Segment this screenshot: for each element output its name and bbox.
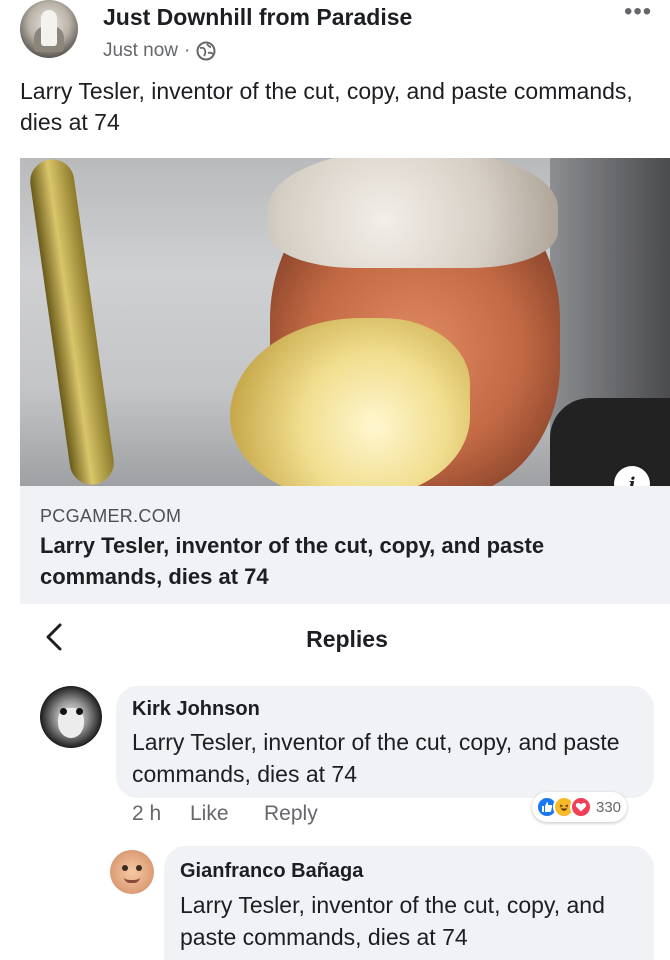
comment-text: Larry Tesler, inventor of the cut, copy,… xyxy=(132,729,620,787)
link-domain: PCGAMER.COM xyxy=(40,506,182,526)
avatar-dog-eye xyxy=(76,708,83,715)
reply-button[interactable]: Reply xyxy=(264,802,318,826)
post-timestamp[interactable]: Just now xyxy=(103,40,178,62)
post-header: Just Downhill from Paradise Just now · •… xyxy=(0,0,670,70)
comment-bubble: Gianfranco Bañaga Larry Tesler, inventor… xyxy=(164,846,654,960)
comment-time[interactable]: 2 h xyxy=(132,802,190,826)
comment-actions: 2 h Like Reply xyxy=(132,802,318,826)
post-text: Larry Tesler, inventor of the cut, copy,… xyxy=(20,78,633,135)
image-shirt xyxy=(550,398,670,486)
meta-separator: · xyxy=(183,40,191,61)
reaction-count: 330 xyxy=(596,798,622,816)
avatar-figure-head xyxy=(41,10,57,46)
avatar-dog-eye xyxy=(60,708,67,715)
image-flower xyxy=(230,318,470,486)
more-options-icon[interactable]: ••• xyxy=(624,0,652,24)
avatar-mouth xyxy=(124,877,140,883)
avatar-eye xyxy=(122,865,128,871)
love-reaction-icon xyxy=(570,796,592,818)
like-button[interactable]: Like xyxy=(190,802,264,826)
commenter-name[interactable]: Gianfranco Bañaga xyxy=(180,860,363,883)
avatar[interactable] xyxy=(110,850,154,894)
link-caption[interactable]: PCGAMER.COM Larry Tesler, inventor of th… xyxy=(20,486,670,604)
avatar[interactable] xyxy=(40,686,102,748)
avatar-eye xyxy=(136,865,142,871)
comment-text: Larry Tesler, inventor of the cut, copy,… xyxy=(180,892,605,950)
link-title: Larry Tesler, inventor of the cut, copy,… xyxy=(40,533,545,589)
post-meta: Just now · xyxy=(103,40,216,62)
globe-icon xyxy=(196,41,216,61)
link-preview-image[interactable] xyxy=(20,158,670,486)
image-hair xyxy=(268,158,558,268)
page-avatar[interactable] xyxy=(20,0,78,58)
image-flower-stem xyxy=(27,158,117,486)
reaction-summary[interactable]: 330 xyxy=(532,792,628,822)
page-name[interactable]: Just Downhill from Paradise xyxy=(103,4,412,31)
replies-title: Replies xyxy=(306,626,388,652)
commenter-name[interactable]: Kirk Johnson xyxy=(132,698,260,721)
comment-bubble: Kirk Johnson Larry Tesler, inventor of t… xyxy=(116,686,654,798)
